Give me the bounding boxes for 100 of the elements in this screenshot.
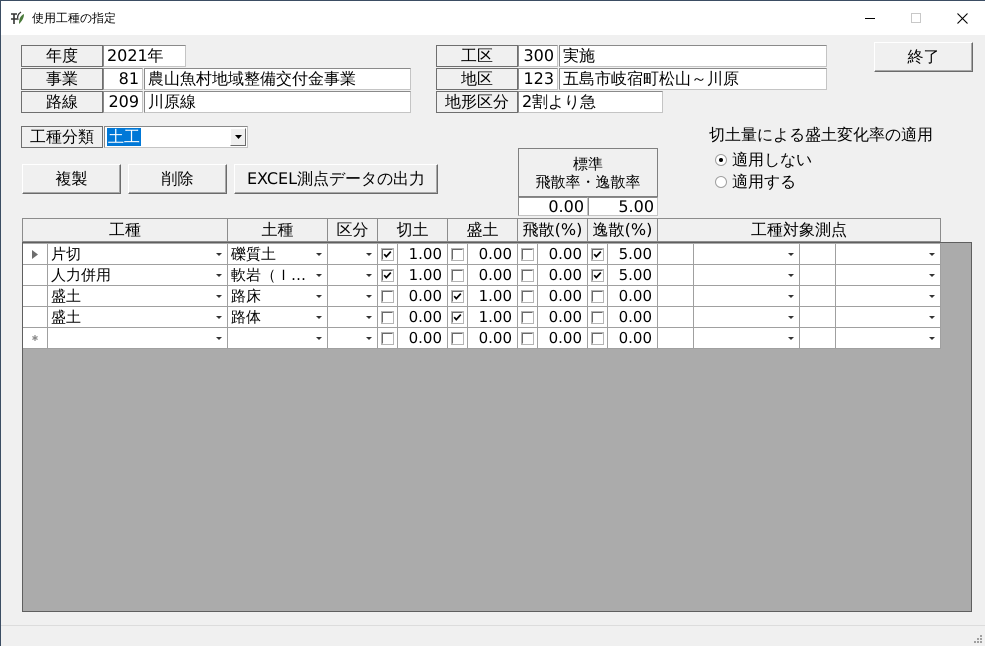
checkbox[interactable]: [451, 248, 464, 260]
checkbox[interactable]: [521, 290, 534, 302]
radio-option[interactable]: 適用しない: [715, 150, 933, 170]
caret-down-icon[interactable]: [928, 274, 934, 276]
caret-down-icon[interactable]: [234, 135, 242, 139]
caret-down-icon[interactable]: [316, 316, 322, 318]
caret-down-icon[interactable]: [366, 274, 372, 276]
caret-down-icon[interactable]: [928, 336, 934, 340]
caret-down-icon[interactable]: [788, 252, 794, 256]
combo-cell[interactable]: 軟岩（Ｉ…: [228, 265, 328, 285]
combo-box[interactable]: 土工: [104, 126, 248, 148]
table-cell: 0.00: [468, 328, 518, 348]
caret-down-icon[interactable]: [788, 294, 794, 298]
plant-icon: [9, 10, 25, 26]
caret-down-icon[interactable]: [366, 294, 372, 298]
code-field[interactable]: 123: [518, 68, 558, 90]
checkbox[interactable]: [591, 268, 604, 282]
code-field[interactable]: 209: [103, 91, 143, 113]
table-cell: 1.00: [398, 265, 448, 285]
caret-down-icon[interactable]: [316, 294, 322, 298]
checkbox[interactable]: [381, 268, 394, 282]
text-field[interactable]: 2021年: [103, 45, 186, 67]
radio-icon[interactable]: [715, 154, 727, 166]
caret-down-icon[interactable]: [216, 252, 222, 256]
combo-cell[interactable]: 路体: [228, 307, 328, 327]
field-label: 地形区分: [436, 91, 518, 113]
column-header: 盛土: [448, 218, 518, 242]
checkbox[interactable]: [591, 310, 604, 324]
text-field[interactable]: 実施: [559, 45, 827, 67]
combo-cell[interactable]: 盛土: [48, 286, 228, 306]
combo-cell[interactable]: 片切: [48, 244, 228, 264]
caret-down-icon[interactable]: [216, 336, 222, 340]
combo-cell[interactable]: 盛土: [48, 307, 228, 327]
field-label: 事業: [21, 68, 103, 90]
checkbox[interactable]: [381, 332, 394, 344]
text-field[interactable]: 五島市岐宿町松山～川原: [559, 68, 827, 90]
table-row[interactable]: 片切 礫質土 1.00 0.00 0.00 5.00: [23, 244, 941, 265]
field-label: 地区: [436, 68, 518, 90]
checkbox[interactable]: [521, 310, 534, 324]
radio-option[interactable]: 適用する: [715, 172, 933, 192]
table-row[interactable]: 人力併用 軟岩（Ｉ… 1.00 0.00 0.00 5.00: [23, 265, 941, 286]
text-field[interactable]: 農山魚村地域整備交付金事業: [144, 68, 411, 90]
caret-down-icon[interactable]: [366, 316, 372, 318]
table-cell: 0.00: [538, 307, 588, 327]
text-field[interactable]: 川原線: [144, 91, 411, 113]
caret-down-icon[interactable]: [788, 274, 794, 276]
action-button[interactable]: 複製: [22, 164, 121, 194]
caret-down-icon[interactable]: [928, 252, 934, 256]
caret-down-icon[interactable]: [366, 252, 372, 256]
caret-down-icon[interactable]: [366, 336, 372, 340]
table-cell: 0.00: [608, 307, 658, 327]
caret-down-icon[interactable]: [788, 316, 794, 318]
checkbox[interactable]: [381, 248, 394, 260]
caret-down-icon[interactable]: [216, 274, 222, 276]
caret-down-icon[interactable]: [216, 294, 222, 298]
checkbox[interactable]: [451, 268, 464, 282]
checkbox[interactable]: [521, 248, 534, 260]
caret-down-icon[interactable]: [316, 274, 322, 276]
caret-down-icon[interactable]: [788, 336, 794, 340]
table-cell: 1.00: [468, 286, 518, 306]
action-button[interactable]: EXCEL測点データの出力: [234, 164, 438, 194]
text-field[interactable]: 2割より急: [518, 91, 663, 113]
column-header: 工種対象測点: [658, 218, 941, 242]
checkbox[interactable]: [591, 332, 604, 344]
caret-down-icon[interactable]: [928, 294, 934, 298]
caret-down-icon[interactable]: [928, 316, 934, 318]
checkbox[interactable]: [451, 332, 464, 344]
checkbox[interactable]: [591, 248, 604, 260]
checkbox[interactable]: [381, 290, 394, 302]
table-row[interactable]: 盛土 路体 0.00 1.00 0.00 0.00: [23, 307, 941, 328]
rate-field[interactable]: 0.00: [518, 197, 588, 216]
table-cell: 0.00: [398, 328, 448, 348]
rate-field[interactable]: 5.00: [588, 197, 658, 216]
combo-cell[interactable]: 礫質土: [228, 244, 328, 264]
combo-cell[interactable]: 路床: [228, 286, 328, 306]
code-field[interactable]: 81: [103, 68, 143, 90]
table-row[interactable]: 0.00 0.00 0.00 0.00: [23, 328, 941, 349]
combo-cell[interactable]: 人力併用: [48, 265, 228, 285]
checkbox[interactable]: [381, 310, 394, 324]
checkbox[interactable]: [451, 310, 464, 324]
table-row[interactable]: 盛土 路床 0.00 1.00 0.00 0.00: [23, 286, 941, 307]
close-icon[interactable]: [956, 12, 968, 24]
dropdown-button[interactable]: [230, 128, 246, 146]
caret-down-icon[interactable]: [316, 252, 322, 256]
table-cell: 0.00: [398, 286, 448, 306]
field-label: 工区: [436, 45, 518, 67]
size-grip-icon[interactable]: [973, 634, 982, 643]
radio-icon[interactable]: [715, 176, 727, 188]
exit-button[interactable]: 終了: [874, 42, 973, 72]
field-label: 路線: [21, 91, 103, 113]
caret-down-icon[interactable]: [316, 336, 322, 340]
checkbox[interactable]: [591, 290, 604, 302]
checkbox[interactable]: [451, 290, 464, 302]
action-button[interactable]: 削除: [128, 164, 227, 194]
table-cell: 1.00: [468, 307, 518, 327]
code-field[interactable]: 300: [518, 45, 558, 67]
column-header: 逸散(%): [588, 218, 658, 242]
checkbox[interactable]: [521, 332, 534, 344]
caret-down-icon[interactable]: [216, 316, 222, 318]
checkbox[interactable]: [521, 268, 534, 282]
